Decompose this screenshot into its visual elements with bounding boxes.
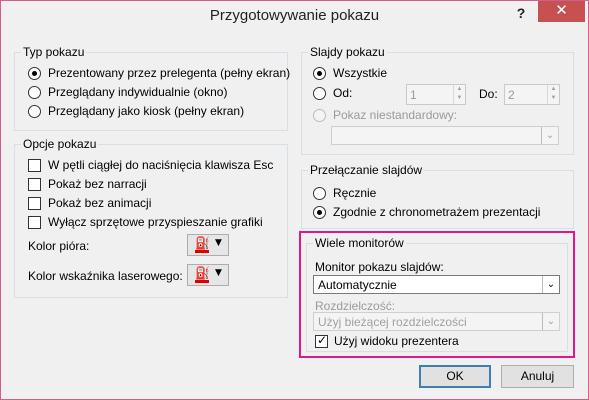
slides-legend: Slajdy pokazu	[310, 45, 385, 59]
radio-manual[interactable]	[313, 187, 326, 200]
chevron-down-icon: ⌄	[541, 127, 558, 144]
ok-button[interactable]: OK	[419, 365, 491, 388]
title-bar: Przygotowywanie pokazu ? ✕	[1, 1, 588, 31]
radio-timings[interactable]	[313, 206, 326, 219]
radio-individual-label: Przeglądany indywidualnie (okno)	[48, 85, 228, 99]
check-no-narration-label: Pokaż bez narracji	[48, 177, 147, 191]
monitor-label: Monitor pokazu slajdów:	[315, 260, 444, 274]
to-value: 2	[508, 88, 515, 102]
resolution-value: Użyj bieżącej rozdzielczości	[318, 315, 467, 329]
laser-color-swatch	[195, 280, 209, 283]
radio-presenter[interactable]	[28, 67, 41, 80]
check-presenter-view-label: Użyj widoku prezentera	[334, 334, 459, 348]
from-value: 1	[410, 88, 417, 102]
setup-show-dialog: Przygotowywanie pokazu ? ✕ Typ pokazu Pr…	[0, 0, 589, 400]
pen-color-label: Kolor pióra:	[28, 239, 90, 253]
radio-manual-label: Ręcznie	[333, 186, 377, 200]
paint-bucket-icon: ⛽	[195, 236, 210, 250]
check-presenter-view[interactable]	[315, 333, 328, 348]
cancel-button[interactable]: Anuluj	[501, 365, 574, 388]
show-options-legend: Opcje pokazu	[23, 137, 97, 151]
resolution-label: Rozdzielczość:	[315, 299, 396, 313]
from-spinner[interactable]: 1 ▲ ▼	[406, 84, 466, 105]
pen-color-button[interactable]: ⛽ ▼	[187, 234, 229, 256]
check-disable-hw-accel[interactable]	[28, 216, 41, 229]
spinner-arrows-icon[interactable]: ▲ ▼	[453, 85, 465, 104]
radio-individual[interactable]	[28, 86, 41, 99]
chevron-down-icon: ▼	[215, 238, 222, 248]
radio-from[interactable]	[313, 87, 326, 100]
advance-legend: Przełączanie slajdów	[310, 163, 423, 177]
monitor-value: Automatycznie	[318, 278, 397, 292]
custom-show-select[interactable]: ⌄	[331, 126, 559, 145]
dialog-title: Przygotowywanie pokazu	[209, 7, 380, 24]
radio-timings-label: Zgodnie z chronometrażem prezentacji	[333, 205, 541, 219]
chevron-down-icon: ⌄	[542, 313, 559, 330]
monitors-legend: Wiele monitorów	[315, 236, 404, 250]
radio-all-slides-label: Wszystkie	[333, 66, 387, 80]
to-label: Do:	[479, 87, 498, 101]
pen-color-swatch	[195, 250, 209, 253]
check-loop[interactable]	[28, 159, 41, 172]
radio-custom-show-label: Pokaz niestandardowy:	[333, 108, 458, 122]
check-no-animation-label: Pokaż bez animacji	[48, 196, 152, 210]
check-no-narration[interactable]	[28, 178, 41, 191]
radio-kiosk[interactable]	[28, 105, 41, 118]
laser-color-label: Kolor wskaźnika laserowego:	[28, 269, 183, 283]
monitor-select[interactable]: Automatycznie ⌄	[313, 275, 560, 294]
to-spinner[interactable]: 2 ▲ ▼	[504, 84, 560, 105]
show-type-legend: Typ pokazu	[23, 45, 85, 59]
radio-all-slides[interactable]	[313, 67, 326, 80]
radio-custom-show[interactable]	[313, 109, 326, 122]
laser-color-button[interactable]: ⛽ ▼	[187, 264, 229, 286]
check-disable-hw-accel-label: Wyłącz sprzętowe przyspieszanie grafiki	[48, 215, 263, 229]
help-button[interactable]: ?	[511, 3, 531, 25]
check-loop-label: W pętli ciągłej do naciśnięcia klawisza …	[48, 158, 274, 172]
radio-from-label: Od:	[333, 86, 353, 100]
spinner-arrows-icon[interactable]: ▲ ▼	[547, 85, 559, 104]
check-no-animation[interactable]	[28, 197, 41, 210]
paint-bucket-icon: ⛽	[195, 266, 210, 280]
radio-presenter-label: Prezentowany przez prelegenta (pełny ekr…	[48, 66, 291, 80]
resolution-select[interactable]: Użyj bieżącej rozdzielczości ⌄	[313, 312, 560, 331]
close-button[interactable]: ✕	[538, 1, 585, 22]
chevron-down-icon: ▼	[215, 268, 222, 278]
chevron-down-icon: ⌄	[542, 276, 559, 293]
radio-kiosk-label: Przeglądany jako kiosk (pełny ekran)	[48, 104, 245, 118]
